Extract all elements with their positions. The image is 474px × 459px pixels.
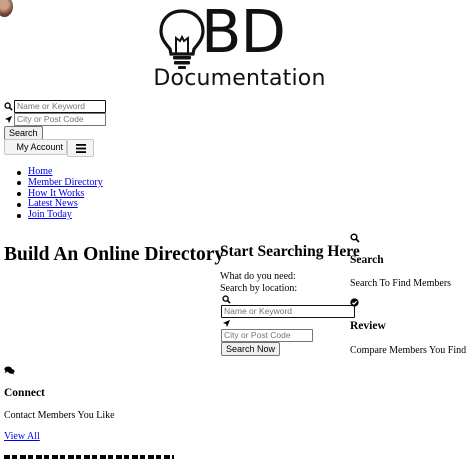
hamburger-icon <box>75 143 86 153</box>
search-icon <box>222 295 231 304</box>
search-icon <box>350 233 360 243</box>
main-nav: Home Member Directory How It Works Lates… <box>17 166 103 221</box>
location-arrow-icon <box>222 319 231 328</box>
nav-link-latest-news[interactable]: Latest News <box>28 198 78 209</box>
lightbulb-icon <box>159 9 205 69</box>
keyword-row: Name or Keyword <box>4 100 106 113</box>
nav-link-home[interactable]: Home <box>28 166 52 177</box>
check-circle-icon <box>350 298 359 307</box>
nav-item-join-today: Join Today <box>17 209 103 221</box>
avatar[interactable] <box>0 0 13 17</box>
search-now-button[interactable]: Search Now <box>221 342 281 356</box>
nav-link-member-directory[interactable]: Member Directory <box>28 177 103 188</box>
panel-location-input[interactable]: City or Post Code <box>221 329 313 342</box>
view-all-link[interactable]: View All <box>4 431 40 442</box>
search-button[interactable]: Search <box>4 126 43 140</box>
what-label: What do you need: <box>220 271 296 282</box>
search-panel-title: Start Searching Here <box>220 243 360 260</box>
comments-icon <box>4 366 15 375</box>
feature-review-title: Review <box>350 320 386 332</box>
feature-search-title: Search <box>350 254 384 266</box>
search-icon <box>4 102 13 111</box>
menu-button[interactable] <box>67 139 94 157</box>
search-button-wrap: Search <box>4 126 43 140</box>
my-account-button[interactable]: My Account <box>4 139 67 155</box>
panel-keyword-input[interactable]: Name or Keyword <box>221 305 355 318</box>
next-section-heading <box>4 452 174 459</box>
logo-text: Documentation <box>153 66 326 91</box>
feature-connect-title: Connect <box>4 387 45 399</box>
site-logo[interactable]: BD Documentation <box>147 2 332 94</box>
feature-review-text: Compare Members You Find <box>350 345 467 356</box>
location-row: City or Post Code <box>4 113 106 126</box>
my-account-label: My Account <box>16 142 63 152</box>
nav-link-join-today[interactable]: Join Today <box>28 209 72 220</box>
nav-link-how-it-works[interactable]: How It Works <box>28 188 84 199</box>
location-input[interactable]: City or Post Code <box>14 113 106 126</box>
keyword-input[interactable]: Name or Keyword <box>14 100 106 113</box>
hero-title: Build An Online Directory <box>4 244 225 265</box>
location-label: Search by location: <box>220 283 298 294</box>
location-arrow-icon <box>4 115 13 124</box>
logo-mark: BD <box>201 0 286 66</box>
feature-connect-text: Contact Members You Like <box>4 410 115 421</box>
feature-search-text: Search To Find Members <box>350 278 452 289</box>
